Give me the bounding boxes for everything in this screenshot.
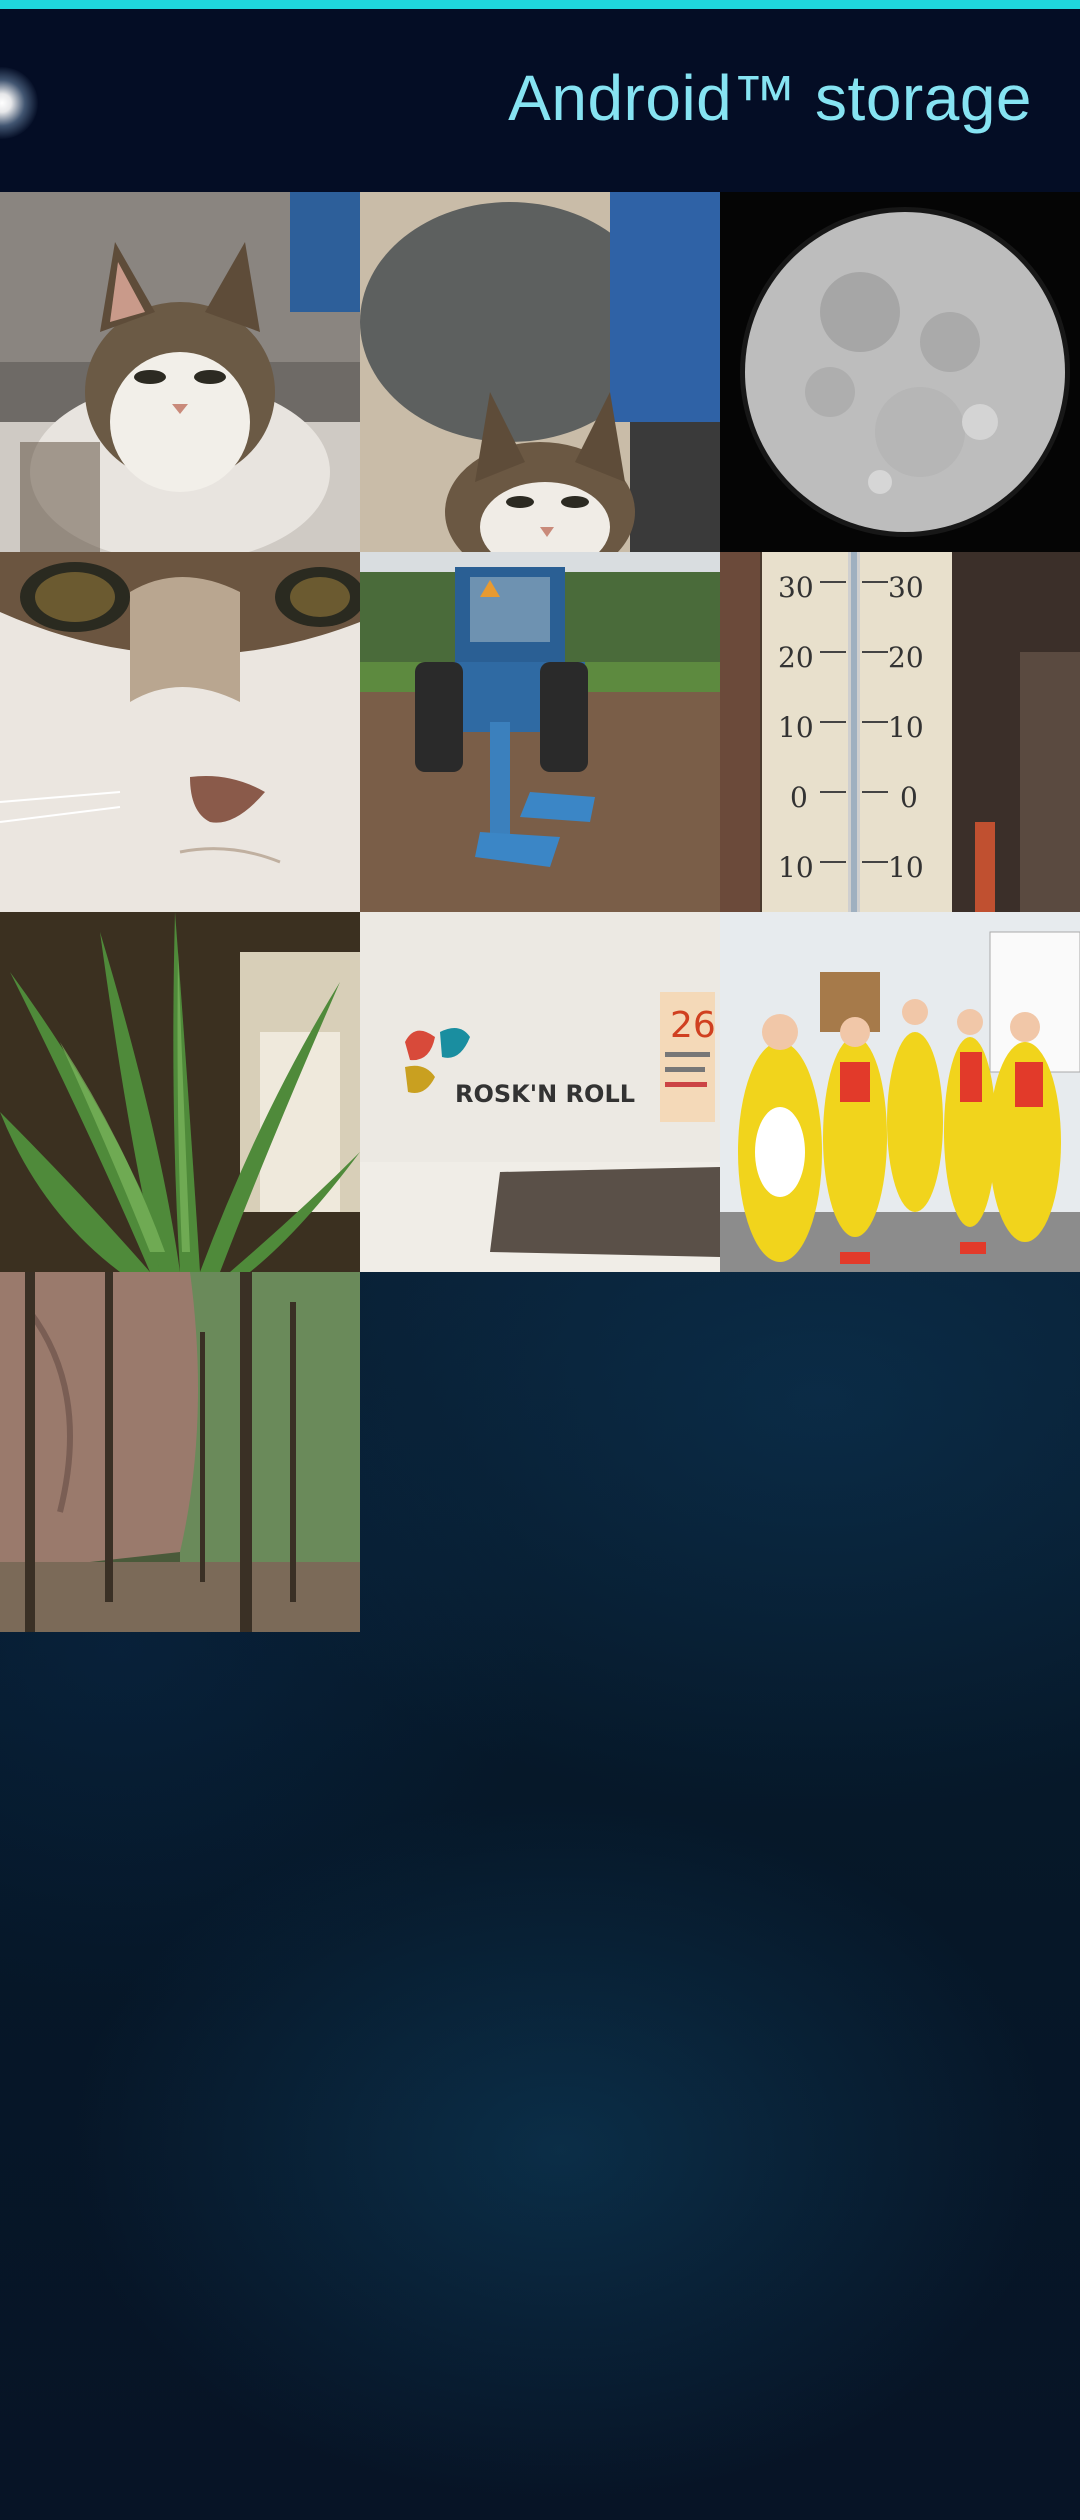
gallery-thumbnail[interactable] xyxy=(360,552,720,912)
gallery-thumbnail[interactable] xyxy=(720,192,1080,552)
svg-text:0: 0 xyxy=(900,781,918,814)
svg-text:30: 30 xyxy=(888,571,924,604)
gallery-thumbnail[interactable]: 26 ROSK'N ROLL xyxy=(360,912,720,1272)
svg-text:10: 10 xyxy=(888,851,924,884)
thermometer-photo-icon: 30 30 20 20 10 10 0 0 10 10 xyxy=(720,552,1080,912)
svg-text:20: 20 xyxy=(778,641,814,674)
forest-photo-icon xyxy=(0,1272,360,1632)
cat-photo-icon xyxy=(0,552,360,912)
pulley-glow-icon[interactable] xyxy=(0,67,38,139)
gallery-thumbnail[interactable] xyxy=(0,192,360,552)
sign-logo-text: ROSK'N ROLL xyxy=(455,1080,635,1108)
page-title: Android™ storage xyxy=(508,62,1032,134)
svg-text:0: 0 xyxy=(790,781,808,814)
svg-text:10: 10 xyxy=(888,711,924,744)
photo-grid: 30 30 20 20 10 10 0 0 10 10 26 ROSK'N ROL… xyxy=(0,192,1080,1632)
svg-text:10: 10 xyxy=(778,711,814,744)
page-header: Android™ storage xyxy=(0,9,1080,192)
top-accent-bar xyxy=(0,0,1080,9)
gallery-thumbnail[interactable] xyxy=(720,912,1080,1272)
cat-photo-icon xyxy=(360,192,720,552)
gallery-thumbnail[interactable] xyxy=(0,552,360,912)
svg-text:30: 30 xyxy=(778,571,814,604)
gallery-thumbnail[interactable] xyxy=(0,1272,360,1632)
sign-photo-icon: 26 ROSK'N ROLL xyxy=(360,912,720,1272)
gallery-thumbnail[interactable]: 30 30 20 20 10 10 0 0 10 10 xyxy=(720,552,1080,912)
tractor-photo-icon xyxy=(360,552,720,912)
svg-text:20: 20 xyxy=(888,641,924,674)
plant-photo-icon xyxy=(0,912,360,1272)
moon-photo-icon xyxy=(720,192,1080,552)
gallery-thumbnail[interactable] xyxy=(0,912,360,1272)
svg-text:10: 10 xyxy=(778,851,814,884)
gallery-thumbnail[interactable] xyxy=(360,192,720,552)
people-photo-icon xyxy=(720,912,1080,1272)
cat-photo-icon xyxy=(0,192,360,552)
calendar-number: 26 xyxy=(670,1005,716,1046)
app-screen: Android™ storage 30 30 20 20 10 10 0 0 1… xyxy=(0,0,1080,2520)
